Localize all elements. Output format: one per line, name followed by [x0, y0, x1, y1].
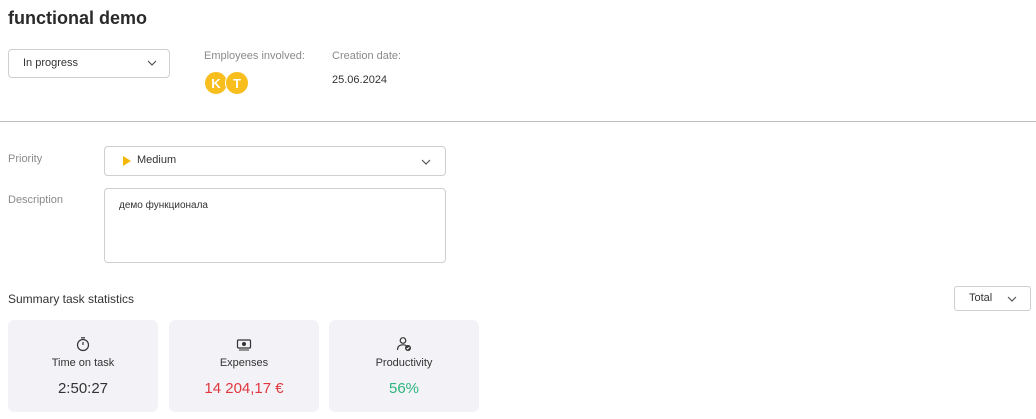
stat-card-productivity: Productivity 56%: [329, 320, 479, 412]
period-select[interactable]: Total: [954, 286, 1031, 311]
page-title: functional demo: [8, 8, 147, 28]
employees-label: Employees involved:: [204, 50, 305, 62]
description-label: Description: [8, 194, 64, 206]
summary-title: Summary task statistics: [8, 292, 135, 306]
stat-value: 56%: [388, 380, 420, 397]
chevron-down-icon: [421, 159, 431, 165]
user-check-icon: [396, 337, 411, 351]
stopwatch-icon: [76, 337, 90, 352]
priority-select[interactable]: Medium: [104, 146, 446, 176]
creation-date-value: 25.06.2024: [332, 74, 388, 86]
chevron-down-icon: [1007, 296, 1017, 302]
description-field[interactable]: демо функционала: [104, 188, 446, 263]
period-select-value: Total: [969, 292, 993, 304]
stat-label: Expenses: [219, 357, 269, 369]
stat-card-time: Time on task 2:50:27: [8, 320, 158, 412]
priority-label: Priority: [8, 153, 43, 165]
stat-card-expenses: Expenses 14 204,17 €: [169, 320, 319, 412]
money-icon: [236, 339, 252, 351]
creation-date-label: Creation date:: [332, 50, 402, 62]
status-select-value: In progress: [23, 57, 79, 69]
priority-value: Medium: [137, 154, 177, 166]
stat-value: 2:50:27: [57, 380, 109, 397]
stat-label: Time on task: [51, 357, 115, 369]
status-select[interactable]: In progress: [8, 49, 170, 78]
priority-flag-icon: [123, 156, 131, 166]
chevron-down-icon: [147, 60, 157, 66]
stat-label: Productivity: [375, 357, 433, 369]
section-divider: [0, 121, 1036, 122]
avatar[interactable]: T: [225, 71, 249, 95]
stat-value: 14 204,17 €: [204, 380, 284, 397]
